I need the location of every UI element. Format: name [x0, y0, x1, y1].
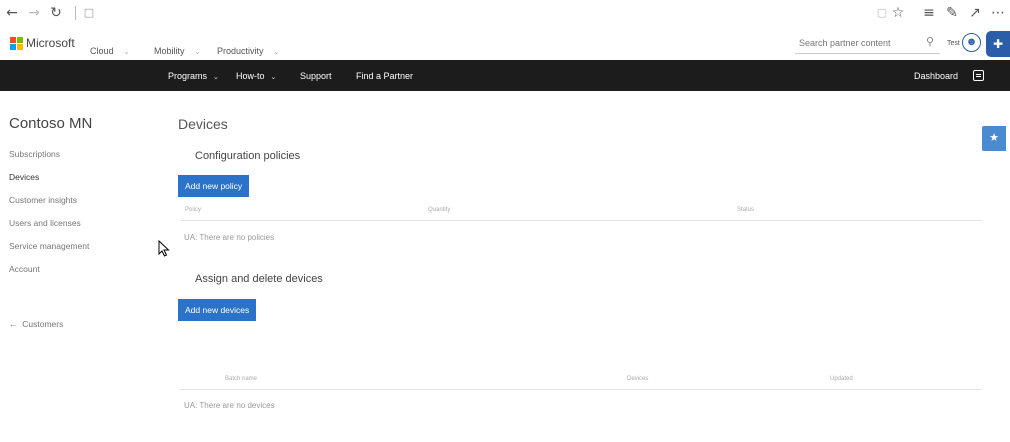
chevron-down-icon: ⌄	[123, 49, 130, 56]
column-header-status[interactable]: Status	[737, 207, 754, 213]
sidebar-item-subscriptions[interactable]: Subscriptions	[9, 149, 60, 159]
nav-label: Dashboard	[914, 71, 959, 81]
search-icon[interactable]: ⚲	[926, 35, 934, 48]
chevron-down-icon: ⌄	[270, 74, 277, 81]
column-header-batch-name[interactable]: Batch name	[225, 376, 257, 382]
forward-arrow-icon[interactable]: →	[25, 4, 43, 22]
topnav-label: Mobility	[154, 46, 185, 56]
user-icon: ☻	[965, 36, 978, 48]
sidebar-item-users-and-licenses[interactable]: Users and licenses	[9, 218, 81, 228]
column-header-devices[interactable]: Devices	[627, 376, 648, 382]
chevron-down-icon: ⌄	[213, 74, 219, 81]
nav-how-to[interactable]: How-to ⌄	[236, 71, 276, 81]
topnav-label: Cloud	[90, 46, 114, 56]
avatar[interactable]: ☻	[962, 33, 981, 52]
chevron-down-icon: ⌄	[273, 49, 280, 56]
add-new-devices-button[interactable]: Add new devices	[178, 299, 257, 321]
nav-label: How-to	[236, 71, 265, 81]
star-icon: ★	[989, 132, 999, 144]
chevron-down-icon: ⌄	[194, 49, 201, 56]
refresh-icon[interactable]: ↻	[47, 4, 65, 22]
devices-empty-message: UA: There are no devices	[184, 401, 275, 410]
back-arrow-icon[interactable]: ←	[3, 4, 21, 22]
microsoft-logo-icon[interactable]	[10, 37, 23, 50]
sidebar-title: Contoso MN	[9, 115, 93, 132]
policies-empty-message: UA: There are no policies	[184, 233, 275, 242]
nav-label: Find a Partner	[356, 71, 414, 81]
sidebar-item-service-management[interactable]: Service management	[9, 241, 89, 251]
topnav-productivity[interactable]: Productivity ⌄	[217, 46, 279, 56]
add-new-policy-button[interactable]: Add new policy	[178, 175, 250, 197]
column-header-updated[interactable]: Updated	[830, 376, 853, 382]
arrow-left-icon: ←	[9, 319, 18, 329]
nav-label: Programs	[168, 71, 208, 81]
column-header-policy[interactable]: Policy	[185, 207, 201, 213]
brand-name[interactable]: Microsoft	[26, 36, 75, 50]
column-header-quantity[interactable]: Quantity	[428, 207, 450, 213]
topnav-cloud[interactable]: Cloud ⌄	[90, 46, 129, 56]
feedback-icon[interactable]	[973, 70, 984, 81]
share-icon[interactable]: ↗	[966, 4, 984, 22]
sidebar-item-customer-insights[interactable]: Customer insights	[9, 195, 77, 205]
nav-label: Support	[300, 71, 332, 81]
configuration-policies-title: Configuration policies	[195, 150, 301, 162]
page-title: Devices	[178, 116, 228, 132]
nav-support[interactable]: Support	[300, 71, 332, 81]
browser-toolbar: ← → ↻ □ ▢ ☆ ≡ ✎ ↗ ⋯	[0, 0, 1010, 28]
toolbar-separator	[75, 6, 76, 20]
search-box[interactable]: ⚲	[795, 32, 940, 54]
assign-delete-devices-title: Assign and delete devices	[195, 273, 323, 285]
back-link-label: Customers	[22, 319, 64, 329]
floating-favorite-button[interactable]: ★	[982, 126, 1006, 151]
side-panel-tab[interactable]: ✚	[986, 31, 1010, 57]
table-header-divider	[180, 220, 982, 221]
nav-dashboard[interactable]: Dashboard	[914, 71, 958, 81]
nav-programs[interactable]: Programs ⌄	[168, 71, 219, 81]
mouse-cursor-icon	[158, 240, 170, 257]
nav-find-a-partner[interactable]: Find a Partner	[356, 71, 413, 81]
hub-icon[interactable]: ≡	[920, 4, 938, 22]
search-input[interactable]	[799, 37, 919, 49]
back-to-customers-link[interactable]: ← Customers	[9, 319, 63, 329]
table-header-divider	[180, 389, 982, 390]
pen-icon[interactable]: ✎	[943, 4, 961, 22]
sidebar-item-account[interactable]: Account	[9, 264, 40, 274]
plus-icon: ✚	[992, 37, 1004, 51]
user-label: Test	[947, 40, 960, 47]
more-icon[interactable]: ⋯	[989, 4, 1007, 22]
favorite-star-icon[interactable]: ☆	[889, 4, 907, 22]
main-navbar: Programs ⌄ How-to ⌄ Support Find a Partner…	[0, 60, 1010, 91]
lock-icon: □	[83, 6, 95, 19]
sidebar-item-devices[interactable]: Devices	[9, 172, 39, 182]
topnav-mobility[interactable]: Mobility ⌄	[154, 46, 200, 56]
topnav-label: Productivity	[217, 46, 264, 56]
